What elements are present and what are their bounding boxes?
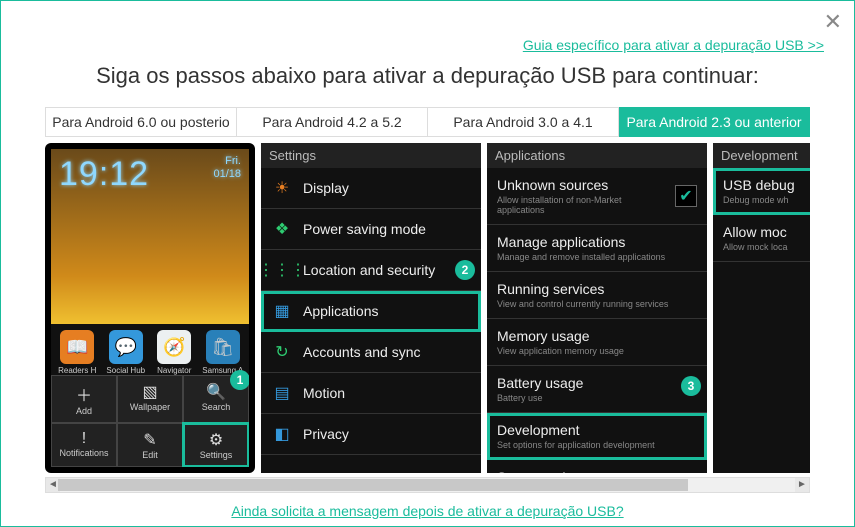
applications-item-3: Memory usage View application memory usag… bbox=[487, 319, 707, 366]
menu-wallpaper: ▧Wallpaper bbox=[117, 375, 183, 423]
close-icon[interactable]: ✕ bbox=[824, 9, 842, 35]
step-panels: 19:12 Fri.01/18 📖Readers H 💬Social Hub 🧭… bbox=[45, 137, 810, 473]
app-item-label: Development bbox=[497, 422, 697, 438]
checkbox-icon: ✔ bbox=[675, 185, 697, 207]
menu-settings: ⚙Settings bbox=[183, 423, 249, 467]
settings-icon: ↻ bbox=[271, 341, 293, 363]
settings-item-4: ↻ Accounts and sync bbox=[261, 332, 481, 373]
app-item-label: Memory usage bbox=[497, 328, 697, 344]
app-item-sub: View and control currently running servi… bbox=[497, 299, 697, 309]
page-title: Siga os passos abaixo para ativar a depu… bbox=[1, 63, 854, 89]
development-title: Development bbox=[713, 143, 810, 168]
app-item-label: Manage applications bbox=[497, 234, 697, 250]
applications-item-0: Unknown sources Allow installation of non… bbox=[487, 168, 707, 225]
applications-panel: Applications Unknown sources Allow instal… bbox=[487, 143, 707, 473]
applications-item-4: Battery usage Battery use3 bbox=[487, 366, 707, 413]
settings-item-3: ▦ Applications bbox=[261, 291, 481, 332]
app-samsung: 🛍Samsung A bbox=[201, 330, 245, 375]
app-item-sub: Set options for application development bbox=[497, 440, 697, 450]
settings-label: Power saving mode bbox=[303, 221, 471, 237]
settings-icon: ▦ bbox=[271, 300, 293, 322]
app-item-sub: Battery use bbox=[497, 393, 697, 403]
app-readers: 📖Readers H bbox=[55, 330, 99, 375]
settings-label: Display bbox=[303, 180, 471, 196]
development-panel: Development USB debug Debug mode wh Allow … bbox=[713, 143, 810, 473]
settings-item-5: ▤ Motion bbox=[261, 373, 481, 414]
menu-add: ＋Add bbox=[51, 375, 117, 423]
app-item-label: Battery usage bbox=[497, 375, 697, 391]
settings-label: Privacy bbox=[303, 426, 471, 442]
step-badge-2: 2 bbox=[455, 260, 475, 280]
settings-label: Location and security bbox=[303, 262, 471, 278]
horizontal-scrollbar[interactable]: ◄ ► bbox=[45, 477, 810, 493]
step-badge-3: 3 bbox=[681, 376, 701, 396]
tab-android-42[interactable]: Para Android 4.2 a 5.2 bbox=[237, 107, 428, 137]
dev-item-sub: Allow mock loca bbox=[723, 242, 810, 252]
menu-notifications: !Notifications bbox=[51, 423, 117, 467]
settings-item-6: ◧ Privacy bbox=[261, 414, 481, 455]
footer-link[interactable]: Ainda solicita a mensagem depois de ativ… bbox=[1, 503, 854, 519]
dev-item-label: Allow moc bbox=[723, 224, 810, 240]
settings-panel: Settings ☀ Display ❖ Power saving mode ⋮⋮⋮ Lo… bbox=[261, 143, 481, 473]
settings-title: Settings bbox=[261, 143, 481, 168]
app-item-label: Unknown sources bbox=[497, 177, 665, 193]
settings-icon: ◧ bbox=[271, 423, 293, 445]
app-item-sub: Manage and remove installed applications bbox=[497, 252, 697, 262]
settings-item-2: ⋮⋮⋮ Location and security2 bbox=[261, 250, 481, 291]
phone-step-1: 19:12 Fri.01/18 📖Readers H 💬Social Hub 🧭… bbox=[45, 143, 255, 473]
applications-title: Applications bbox=[487, 143, 707, 168]
settings-item-0: ☀ Display bbox=[261, 168, 481, 209]
settings-icon: ❖ bbox=[271, 218, 293, 240]
date: Fri.01/18 bbox=[213, 155, 241, 181]
app-item-sub: View application memory usage bbox=[497, 346, 697, 356]
dev-item-label: USB debug bbox=[723, 177, 810, 193]
tab-android-30[interactable]: Para Android 3.0 a 4.1 bbox=[428, 107, 619, 137]
tab-android-6[interactable]: Para Android 6.0 ou posterio bbox=[45, 107, 237, 137]
tab-android-23[interactable]: Para Android 2.3 ou anterior bbox=[619, 107, 810, 137]
applications-item-2: Running services View and control current… bbox=[487, 272, 707, 319]
menu-edit: ✎Edit bbox=[117, 423, 183, 467]
settings-icon: ▤ bbox=[271, 382, 293, 404]
scroll-right-icon[interactable]: ► bbox=[795, 478, 809, 492]
menu-search: 🔍Search1 bbox=[183, 375, 249, 423]
content-scroll[interactable]: 19:12 Fri.01/18 📖Readers H 💬Social Hub 🧭… bbox=[45, 137, 810, 473]
applications-item-5: Development Set options for application d… bbox=[487, 413, 707, 460]
step-badge-1: 1 bbox=[230, 370, 249, 390]
clock: 19:12 bbox=[59, 155, 149, 194]
app-item-label: Running services bbox=[497, 281, 697, 297]
development-item-0: USB debug Debug mode wh bbox=[713, 168, 810, 215]
settings-label: Accounts and sync bbox=[303, 344, 471, 360]
scrollbar-thumb[interactable] bbox=[58, 479, 688, 491]
guide-link[interactable]: Guia específico para ativar a depuração … bbox=[523, 37, 824, 53]
settings-label: Motion bbox=[303, 385, 471, 401]
tabs: Para Android 6.0 ou posterio Para Androi… bbox=[45, 107, 810, 137]
dev-item-sub: Debug mode wh bbox=[723, 195, 810, 205]
app-navigator: 🧭Navigator bbox=[152, 330, 196, 375]
settings-label: Applications bbox=[303, 303, 471, 319]
settings-icon: ⋮⋮⋮ bbox=[271, 259, 293, 281]
app-item-label: Samsung Apps bbox=[497, 469, 697, 473]
applications-item-6: Samsung AppsSet notification for new app… bbox=[487, 460, 707, 473]
app-social: 💬Social Hub bbox=[104, 330, 148, 375]
settings-icon: ☀ bbox=[271, 177, 293, 199]
applications-item-1: Manage applications Manage and remove ins… bbox=[487, 225, 707, 272]
app-item-sub: Allow installation of non-Market applica… bbox=[497, 195, 665, 215]
settings-item-1: ❖ Power saving mode bbox=[261, 209, 481, 250]
development-item-1: Allow moc Allow mock loca bbox=[713, 215, 810, 262]
